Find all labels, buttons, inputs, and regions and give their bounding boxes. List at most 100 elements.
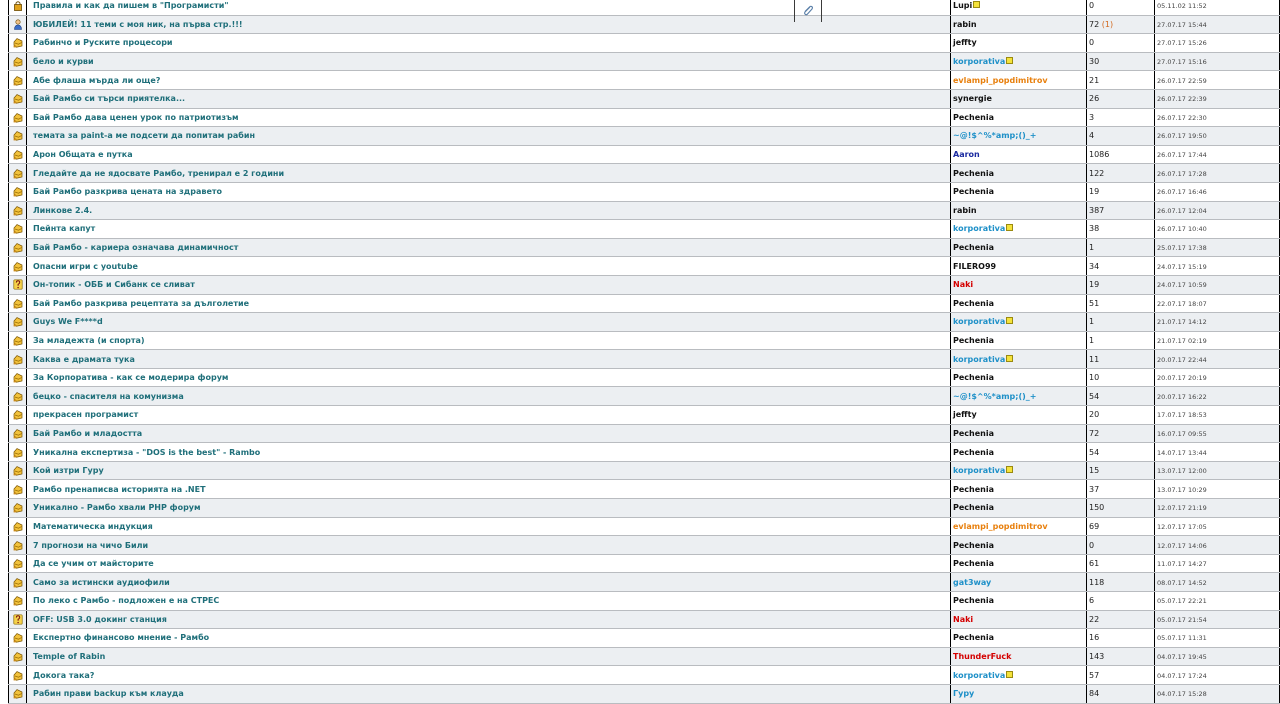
topic-row[interactable]: Опасни игри с youtube FILERO99 34 24.07.17 … — [8, 256, 1280, 276]
topic-title-link[interactable]: Опасни игри с youtube — [33, 262, 138, 271]
author-link[interactable]: synergie — [953, 94, 992, 103]
topic-title-link[interactable]: Бай Рамбо разкрива цената на здравето — [33, 187, 222, 196]
topic-title-link[interactable]: За младежта (и спорта) — [33, 336, 145, 345]
author-link[interactable]: korporativa — [953, 224, 1005, 233]
topic-title-link[interactable]: темата за paint-a ме подсети да попитам … — [33, 131, 255, 140]
topic-row[interactable]: Пейнта капут korporativa 38 26.07.17 10:40 — [8, 219, 1280, 239]
author-link[interactable]: Pechenia — [953, 169, 994, 178]
topic-title-link[interactable]: бецко - спасителя на комунизма — [33, 392, 184, 401]
author-link[interactable]: ~@!$^%*amp;()_+ — [953, 392, 1037, 401]
topic-row[interactable]: Експертно финансово мнение - Рамбо Pechen… — [8, 628, 1280, 648]
author-link[interactable]: evlampi_popdimitrov — [953, 76, 1048, 85]
topic-row[interactable]: Абе флаша мърда ли още? evlampi_popdimitr… — [8, 70, 1280, 90]
author-link[interactable]: Pechenia — [953, 559, 994, 568]
topic-row[interactable]: Правила и как да пишем в "Програмисти" Lu… — [8, 0, 1280, 16]
topic-row[interactable]: Рамбо пренаписва историята на .NET Pechen… — [8, 479, 1280, 500]
topic-title-link[interactable]: Да се учим от майсторите — [33, 559, 154, 568]
topic-title-link[interactable]: бело и курви — [33, 57, 94, 66]
topic-row[interactable]: Уникално - Рамбо хвали PHP форум Pechenia… — [8, 498, 1280, 518]
author-link[interactable]: Pechenia — [953, 336, 994, 345]
topic-row[interactable]: Арон Общата е путка Aaron 1086 26.07.17 17:… — [8, 145, 1280, 165]
topic-title-link[interactable]: Рабин прави backup към клауда — [33, 689, 184, 698]
topic-row[interactable]: Он-топик - ОББ и Сибанк се сливат Naki 19 2… — [8, 275, 1280, 295]
author-link[interactable]: Pechenia — [953, 299, 994, 308]
topic-row[interactable]: ЮБИЛЕЙ! 11 теми с моя ник, на първа стр.… — [8, 15, 1280, 35]
author-link[interactable]: Lupi — [953, 1, 972, 10]
author-link[interactable]: Pechenia — [953, 243, 994, 252]
topic-title-link[interactable]: Каква е драмата тука — [33, 355, 135, 364]
topic-title-link[interactable]: Рабинчо и Руските процесори — [33, 38, 173, 47]
topic-row[interactable]: Guys We F****d korporativa 1 21.07.17 14:12 — [8, 312, 1280, 332]
topic-row[interactable]: бецко - спасителя на комунизма ~@!$^%*amp… — [8, 386, 1280, 407]
author-link[interactable]: Pechenia — [953, 373, 994, 382]
author-link[interactable]: korporativa — [953, 671, 1005, 680]
author-link[interactable]: korporativa — [953, 355, 1005, 364]
author-link[interactable]: gat3way — [953, 578, 991, 587]
topic-row[interactable]: темата за paint-a ме подсети да попитам … — [8, 126, 1280, 146]
topic-row[interactable]: Математическа индукция evlampi_popdimitro… — [8, 517, 1280, 537]
topic-title-link[interactable]: прекрасен програмист — [33, 410, 138, 419]
topic-row[interactable]: Бай Рамбо - кариера означава динамичност… — [8, 238, 1280, 258]
topic-row[interactable]: 7 прогнози на чичо Били Pechenia 0 12.07.17… — [8, 535, 1280, 555]
topic-row[interactable]: Докога така? korporativa 57 04.07.17 17:24 — [8, 665, 1280, 685]
author-link[interactable]: Pechenia — [953, 448, 994, 457]
author-link[interactable]: Pechenia — [953, 187, 994, 196]
topic-row[interactable]: Бай Рамбо и младостта Pechenia 72 16.07.17 … — [8, 424, 1280, 444]
author-link[interactable]: korporativa — [953, 466, 1005, 475]
topic-title-link[interactable]: Пейнта капут — [33, 224, 95, 233]
author-link[interactable]: evlampi_popdimitrov — [953, 522, 1048, 531]
author-link[interactable]: Pechenia — [953, 113, 994, 122]
topic-row[interactable]: Гледайте да не ядосвате Рамбо, тренирал … — [8, 163, 1280, 183]
author-link[interactable]: Pechenia — [953, 503, 994, 512]
topic-title-link[interactable]: Математическа индукция — [33, 522, 153, 531]
author-link[interactable]: korporativa — [953, 317, 1005, 326]
author-link[interactable]: Naki — [953, 280, 973, 289]
topic-row[interactable]: По леко с Рамбо - подложен е на СТРЕС Pec… — [8, 591, 1280, 611]
author-link[interactable]: ThunderFuck — [953, 652, 1011, 661]
topic-row[interactable]: OFF: USB 3.0 докинг станция Naki 22 05.07.1… — [8, 610, 1280, 630]
topic-title-link[interactable]: Бай Рамбо си търси приятелка... — [33, 94, 185, 103]
author-link[interactable]: Pechenia — [953, 485, 994, 494]
topic-title-link[interactable]: Бай Рамбо дава ценен урок по патриотизъм — [33, 113, 239, 122]
topic-row[interactable]: Рабин прави backup към клауда Гуру 84 04.07… — [8, 684, 1280, 704]
topic-title-link[interactable]: Он-топик - ОББ и Сибанк се сливат — [33, 280, 195, 289]
author-link[interactable]: rabin — [953, 206, 977, 215]
topic-row[interactable]: Бай Рамбо дава ценен урок по патриотизъм… — [8, 108, 1280, 128]
topic-row[interactable]: Бай Рамбо си търси приятелка... synergie 2… — [8, 89, 1280, 109]
topic-title-link[interactable]: 7 прогнози на чичо Били — [33, 541, 148, 550]
author-link[interactable]: jeffty — [953, 410, 977, 419]
author-link[interactable]: Гуру — [953, 689, 974, 698]
topic-title-link[interactable]: Абе флаша мърда ли още? — [33, 76, 160, 85]
topic-title-link[interactable]: Кой изтри Гуру — [33, 466, 104, 475]
topic-title-link[interactable]: Правила и как да пишем в "Програмисти" — [33, 1, 229, 10]
author-link[interactable]: Naki — [953, 615, 973, 624]
topic-row[interactable]: За Корпоратива - как се модерира форум Pe… — [8, 368, 1280, 388]
author-link[interactable]: ~@!$^%*amp;()_+ — [953, 131, 1037, 140]
topic-row[interactable]: Кой изтри Гуру korporativa 15 13.07.17 12:0… — [8, 461, 1280, 481]
topic-title-link[interactable]: Temple of Rabin — [33, 652, 105, 661]
topic-row[interactable]: Уникална експертиза - "DOS is the best" … — [8, 442, 1280, 462]
topic-title-link[interactable]: Уникално - Рамбо хвали PHP форум — [33, 503, 201, 512]
topic-title-link[interactable]: Гледайте да не ядосвате Рамбо, тренирал … — [33, 169, 284, 178]
topic-row[interactable]: Да се учим от майсторите Pechenia 61 11.07.… — [8, 554, 1280, 574]
topic-title-link[interactable]: Бай Рамбо и младостта — [33, 429, 142, 438]
author-link[interactable]: FILERO99 — [953, 262, 996, 271]
topic-title-link[interactable]: Само за истински аудиофили — [33, 578, 170, 587]
topic-row[interactable]: Линкове 2.4. rabin 387 26.07.17 12:04 — [8, 201, 1280, 221]
topic-title-link[interactable]: Арон Общата е путка — [33, 150, 133, 159]
topic-row[interactable]: Само за истински аудиофили gat3way 118 08.0… — [8, 572, 1280, 592]
topic-row[interactable]: За младежта (и спорта) Pechenia 1 21.07.17 … — [8, 331, 1280, 351]
topic-row[interactable]: Рабинчо и Руските процесори jeffty 0 27.07.… — [8, 33, 1280, 53]
topic-title-link[interactable]: Линкове 2.4. — [33, 206, 92, 215]
topic-row[interactable]: Temple of Rabin ThunderFuck 143 04.07.17 19… — [8, 647, 1280, 667]
topic-title-link[interactable]: Guys We F****d — [33, 317, 103, 326]
topic-row[interactable]: Бай Рамбо разкрива рецептата за дълголет… — [8, 294, 1280, 314]
author-link[interactable]: jeffty — [953, 38, 977, 47]
topic-title-link[interactable]: Бай Рамбо - кариера означава динамичност — [33, 243, 238, 252]
topic-row[interactable]: бело и курви korporativa 30 27.07.17 15:16 — [8, 52, 1280, 72]
topic-title-link[interactable]: Експертно финансово мнение - Рамбо — [33, 633, 209, 642]
author-link[interactable]: Pechenia — [953, 429, 994, 438]
topic-row[interactable]: прекрасен програмист jeffty 20 17.07.17 18:… — [8, 405, 1280, 425]
author-link[interactable]: Pechenia — [953, 541, 994, 550]
topic-title-link[interactable]: За Корпоратива - как се модерира форум — [33, 373, 228, 382]
